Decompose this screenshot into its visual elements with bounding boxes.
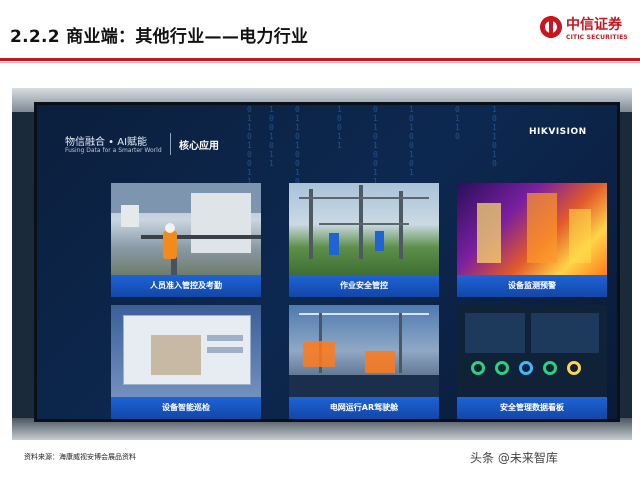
- tile-image: [457, 183, 607, 275]
- tile-grid-ar-cockpit: 电网运行AR驾驶舱: [289, 305, 439, 421]
- tile-label: 安全管理数据看板: [457, 397, 607, 419]
- tile-smart-inspection: 设备智能巡检: [111, 305, 261, 421]
- tile-label: 人员准入管控及考勤: [111, 275, 261, 297]
- exhibit-photo: 01101001110 1001011 0110100101 10011 011…: [12, 88, 632, 440]
- tile-label: 设备智能巡检: [111, 397, 261, 419]
- screen-brand-slogan-en: Fusing Data for a Smarter World: [65, 147, 162, 154]
- source-note: 资料来源：海康威视安博会展品资料: [24, 453, 136, 461]
- tile-label: 设备监测预警: [457, 275, 607, 297]
- tile-access-control: 人员准入管控及考勤: [111, 183, 261, 299]
- code-rain-decoration: 10011: [337, 105, 342, 150]
- watermark-text: 头条 @未来智库: [470, 451, 558, 465]
- header-divider: [0, 58, 640, 61]
- screen-section-title: 核心应用: [179, 141, 219, 152]
- vendor-logo: HIKVISION: [529, 127, 587, 137]
- logo-text-en: CITIC SECURITIES: [566, 34, 628, 41]
- tile-image: [289, 183, 439, 275]
- code-rain-decoration: 0110: [455, 105, 460, 141]
- tile-label: 作业安全管控: [289, 275, 439, 297]
- code-rain-decoration: 10100101: [409, 105, 414, 177]
- slide-title: 2.2.2 商业端：其他行业——电力行业: [10, 27, 309, 47]
- tile-image: [111, 183, 261, 275]
- tile-work-safety: 作业安全管控: [289, 183, 439, 299]
- screen-brand-slogan: 物信融合 • AI赋能: [65, 137, 148, 148]
- code-rain-decoration: 011010011: [373, 105, 378, 186]
- citic-logo-icon: [540, 16, 562, 38]
- slide-header: 2.2.2 商业端：其他行业——电力行业 中信证券 CITIC SECURITI…: [0, 0, 640, 56]
- tile-label: 电网运行AR驾驶舱: [289, 397, 439, 419]
- header-divider-thin: [0, 62, 640, 63]
- logo-text-cn: 中信证券: [566, 17, 622, 33]
- code-rain-decoration: 1011010: [492, 105, 497, 168]
- company-logo: 中信证券 CITIC SECURITIES: [540, 14, 636, 50]
- tile-image: [111, 305, 261, 397]
- screen-divider: [170, 133, 171, 155]
- tile-image: [457, 305, 607, 397]
- tile-safety-dashboard: 安全管理数据看板: [457, 305, 607, 421]
- code-rain-decoration: 0110100101: [295, 105, 300, 195]
- tile-equipment-monitoring: 设备监测预警: [457, 183, 607, 299]
- code-rain-decoration: 1001011: [269, 105, 274, 168]
- tile-image: [289, 305, 439, 397]
- display-screen: 01101001110 1001011 0110100101 10011 011…: [34, 102, 620, 422]
